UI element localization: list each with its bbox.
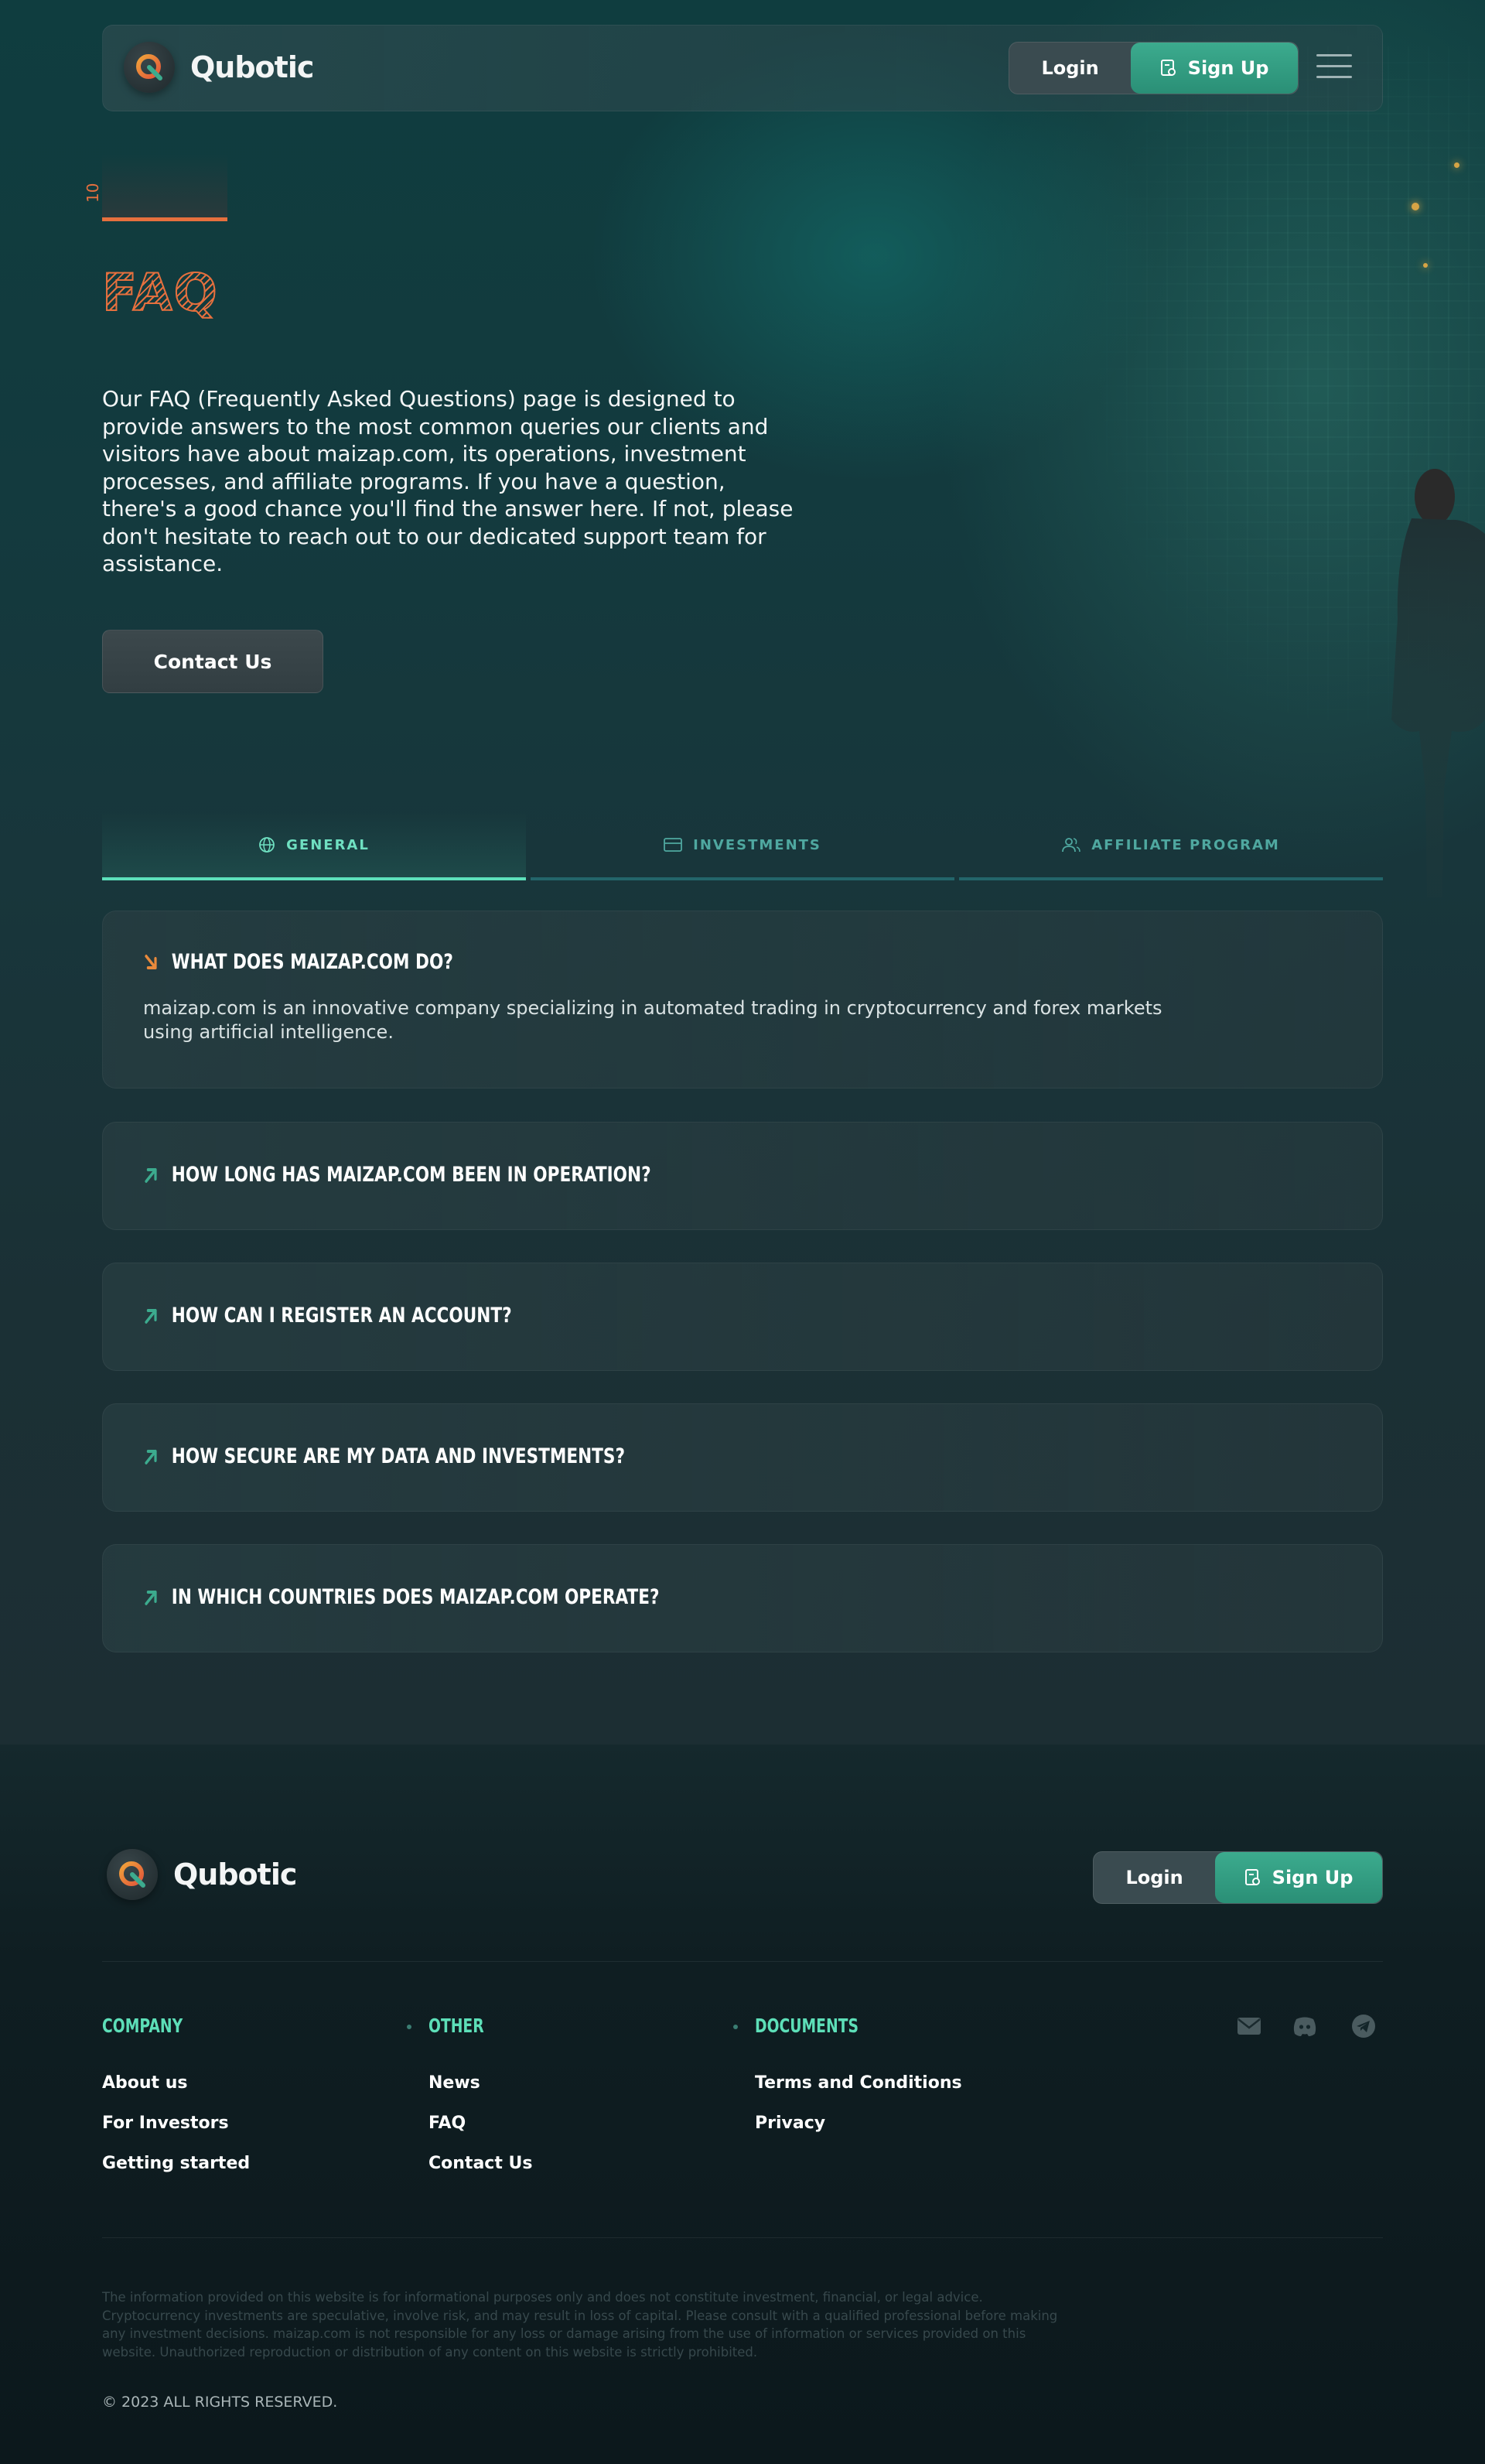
signup-label: Sign Up bbox=[1272, 1867, 1354, 1888]
footer-link-terms[interactable]: Terms and Conditions bbox=[755, 2073, 962, 2093]
faq-answer: maizap.com is an innovative company spec… bbox=[143, 997, 1162, 1043]
faq-question-text: HOW SECURE ARE MY DATA AND INVESTMENTS? bbox=[171, 1444, 626, 1468]
footer-heading-documents: DOCUMENTS bbox=[755, 2015, 859, 2037]
faq-item[interactable]: HOW LONG HAS MAIZAP.COM BEEN IN OPERATIO… bbox=[102, 1122, 1383, 1230]
copyright-text: © 2023 ALL RIGHTS RESERVED. bbox=[102, 2394, 338, 2411]
brand-logo[interactable]: Qubotic bbox=[124, 42, 314, 93]
faq-question-text: WHAT DOES MAIZAP.COM DO? bbox=[171, 950, 453, 974]
section-marker bbox=[102, 155, 227, 221]
footer-brand-logo[interactable]: Qubotic bbox=[107, 1849, 297, 1900]
faq-tabs: GENERAL INVESTMENTS AFFILIATE PROGRAM bbox=[102, 812, 1383, 880]
telegram-icon[interactable] bbox=[1350, 2013, 1377, 2039]
footer-link-privacy[interactable]: Privacy bbox=[755, 2114, 825, 2133]
signup-button[interactable]: Sign Up bbox=[1131, 43, 1298, 94]
header-auth-group: Login Sign Up bbox=[1009, 42, 1299, 94]
intro-text: Our FAQ (Frequently Asked Questions) pag… bbox=[102, 386, 794, 576]
footer-auth-group: Login Sign Up bbox=[1093, 1851, 1383, 1904]
tab-label: INVESTMENTS bbox=[693, 836, 821, 853]
column-dot bbox=[407, 2025, 411, 2029]
arrow-up-right-icon bbox=[145, 1167, 157, 1183]
tab-label: AFFILIATE PROGRAM bbox=[1091, 836, 1280, 853]
faq-question: WHAT DOES MAIZAP.COM DO? bbox=[143, 950, 453, 974]
footer-link-news[interactable]: News bbox=[428, 2073, 480, 2093]
tab-general[interactable]: GENERAL bbox=[102, 812, 526, 880]
logo-mark bbox=[124, 42, 175, 93]
faq-question-text: HOW LONG HAS MAIZAP.COM BEEN IN OPERATIO… bbox=[171, 1163, 651, 1187]
faq-question: IN WHICH COUNTRIES DOES MAIZAP.COM OPERA… bbox=[143, 1585, 660, 1609]
footer-link-getting-started[interactable]: Getting started bbox=[102, 2154, 250, 2173]
arrow-down-right-icon bbox=[145, 954, 157, 969]
signup-label: Sign Up bbox=[1187, 57, 1269, 79]
contact-us-button[interactable]: Contact Us bbox=[102, 630, 323, 693]
footer-login-button[interactable]: Login bbox=[1094, 1852, 1215, 1903]
card-icon bbox=[664, 838, 683, 852]
faq-question: HOW LONG HAS MAIZAP.COM BEEN IN OPERATIO… bbox=[143, 1163, 651, 1187]
logo-mark bbox=[107, 1849, 158, 1900]
login-button[interactable]: Login bbox=[1009, 43, 1131, 94]
legal-disclaimer: The information provided on this website… bbox=[102, 2290, 1058, 2360]
footer-signup-button[interactable]: Sign Up bbox=[1215, 1852, 1382, 1903]
arrow-up-right-icon bbox=[145, 1590, 157, 1605]
footer-heading-other: OTHER bbox=[428, 2015, 484, 2037]
faq-question-text: HOW CAN I REGISTER AN ACCOUNT? bbox=[171, 1304, 512, 1328]
discord-icon[interactable] bbox=[1292, 2013, 1318, 2039]
section-marker-digit: 10 bbox=[84, 183, 102, 203]
users-icon bbox=[1062, 838, 1081, 853]
mail-icon[interactable] bbox=[1236, 2013, 1262, 2039]
q-logo-icon bbox=[119, 1861, 145, 1888]
faq-question: HOW SECURE ARE MY DATA AND INVESTMENTS? bbox=[143, 1444, 625, 1468]
hamburger-menu-icon[interactable] bbox=[1316, 54, 1352, 87]
city-light bbox=[1423, 263, 1428, 268]
footer-link-faq[interactable]: FAQ bbox=[428, 2114, 466, 2133]
faq-item-expanded[interactable]: WHAT DOES MAIZAP.COM DO? maizap.com is a… bbox=[102, 911, 1383, 1088]
faq-question-text: IN WHICH COUNTRIES DOES MAIZAP.COM OPERA… bbox=[171, 1585, 660, 1609]
brand-name: Qubotic bbox=[190, 50, 314, 84]
footer-link-for-investors[interactable]: For Investors bbox=[102, 2114, 229, 2133]
footer-link-about-us[interactable]: About us bbox=[102, 2073, 187, 2093]
arrow-up-right-icon bbox=[145, 1308, 157, 1324]
globe-icon bbox=[259, 837, 275, 853]
footer-heading-company: COMPANY bbox=[102, 2015, 183, 2037]
footer-divider bbox=[102, 2237, 1383, 2238]
signup-icon bbox=[1160, 60, 1176, 76]
faq-question: HOW CAN I REGISTER AN ACCOUNT? bbox=[143, 1304, 512, 1328]
woman-silhouette bbox=[1391, 469, 1485, 897]
city-light bbox=[1454, 162, 1459, 168]
faq-item[interactable]: HOW SECURE ARE MY DATA AND INVESTMENTS? bbox=[102, 1403, 1383, 1512]
column-dot bbox=[733, 2025, 738, 2029]
page-title: FAQ bbox=[101, 262, 219, 323]
q-logo-icon bbox=[136, 54, 162, 80]
tab-affiliate-program[interactable]: AFFILIATE PROGRAM bbox=[959, 812, 1383, 880]
footer-divider bbox=[102, 1961, 1383, 1962]
signup-icon bbox=[1244, 1869, 1260, 1885]
arrow-up-right-icon bbox=[145, 1449, 157, 1464]
tab-label: GENERAL bbox=[286, 836, 370, 853]
city-light bbox=[1412, 203, 1419, 210]
brand-name: Qubotic bbox=[173, 1857, 297, 1892]
faq-item[interactable]: HOW CAN I REGISTER AN ACCOUNT? bbox=[102, 1263, 1383, 1371]
faq-item[interactable]: IN WHICH COUNTRIES DOES MAIZAP.COM OPERA… bbox=[102, 1544, 1383, 1652]
footer-link-contact-us[interactable]: Contact Us bbox=[428, 2154, 532, 2173]
tab-investments[interactable]: INVESTMENTS bbox=[531, 812, 954, 880]
